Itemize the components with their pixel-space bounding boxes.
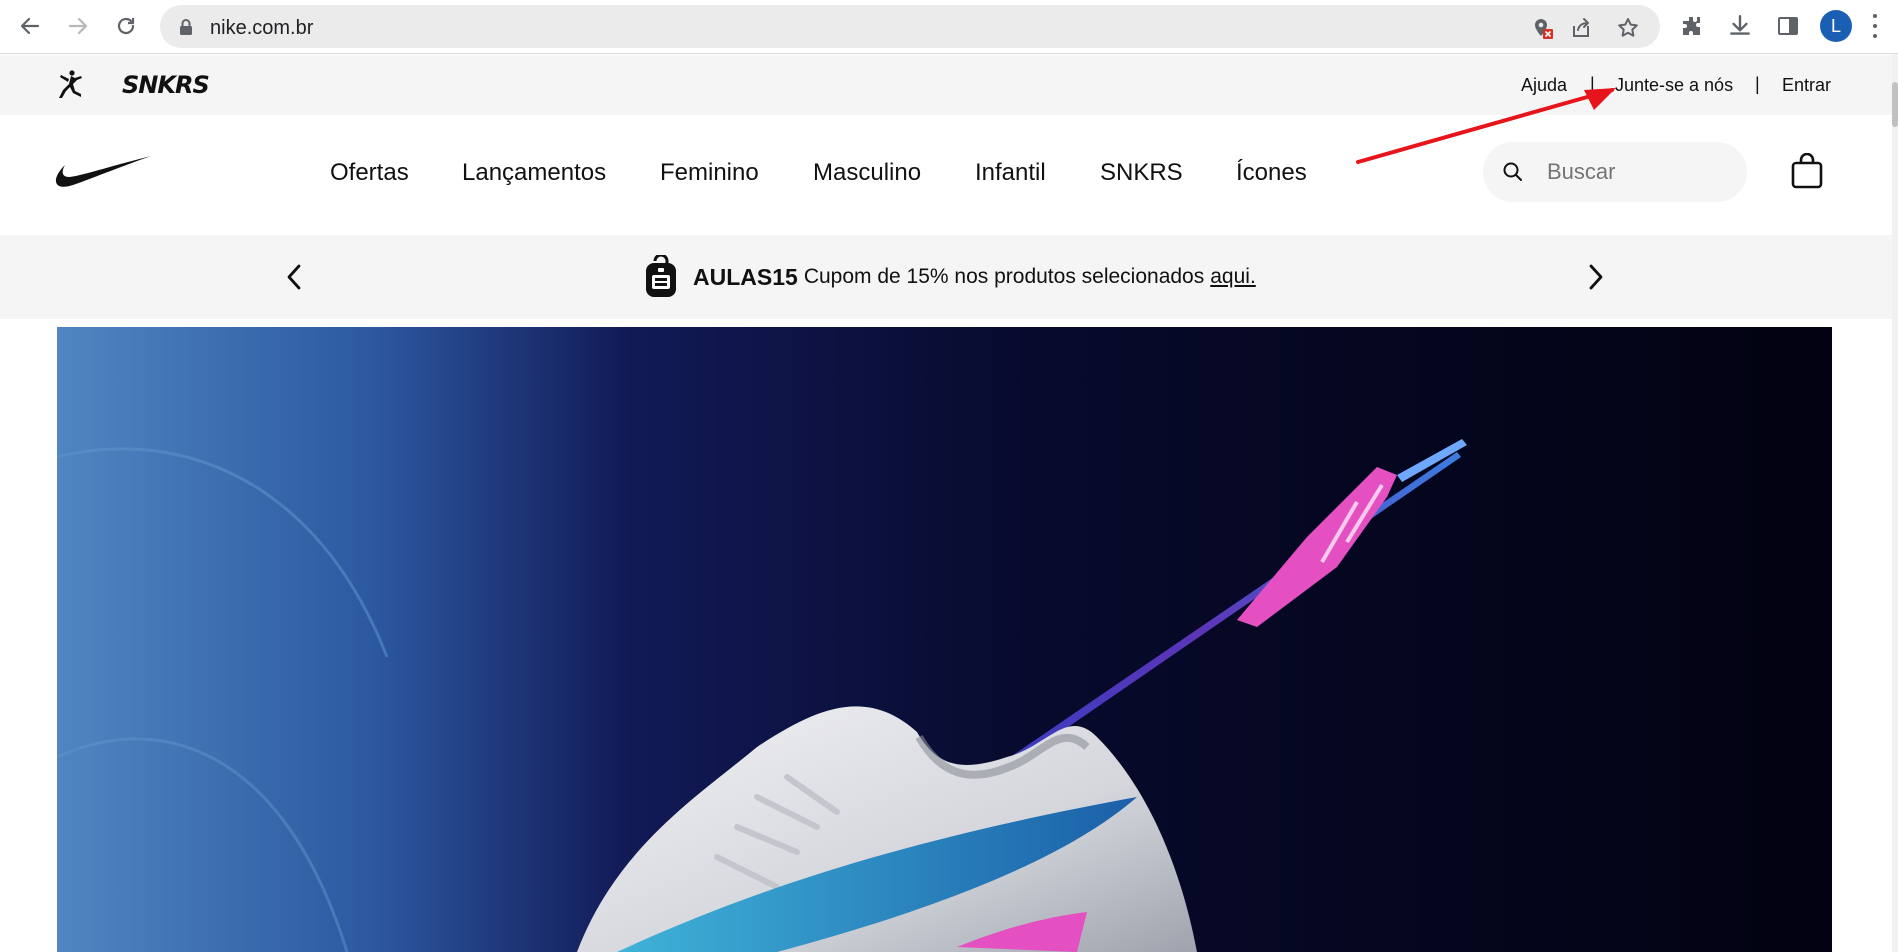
shopping-bag-icon[interactable] bbox=[1790, 152, 1824, 194]
jordan-jumpman-logo[interactable] bbox=[55, 70, 85, 105]
address-bar[interactable]: nike.com.br bbox=[160, 5, 1660, 48]
profile-avatar[interactable]: L bbox=[1820, 10, 1852, 42]
page-scrollbar[interactable] bbox=[1892, 54, 1898, 952]
promo-link[interactable]: aqui. bbox=[1210, 265, 1256, 289]
bookmark-star-icon[interactable] bbox=[1615, 15, 1641, 41]
promo-code: AULAS15 bbox=[693, 263, 798, 290]
sign-in-link[interactable]: Entrar bbox=[1782, 75, 1831, 96]
forward-icon[interactable] bbox=[60, 8, 96, 44]
hero-banner[interactable] bbox=[57, 327, 1832, 952]
chevron-right-icon[interactable] bbox=[1578, 259, 1614, 295]
nav-item-feminino[interactable]: Feminino bbox=[660, 159, 759, 187]
blocked-content-icon[interactable] bbox=[1528, 15, 1554, 41]
join-us-link[interactable]: Junte-se a nós bbox=[1615, 75, 1733, 96]
share-icon[interactable] bbox=[1568, 15, 1594, 41]
nav-item-snkrs[interactable]: SNKRS bbox=[1100, 159, 1183, 187]
annotation-arrow bbox=[1356, 88, 1616, 164]
promo-content: AULAS15 Cupom de 15% nos produtos seleci… bbox=[641, 255, 1256, 299]
nav-item-infantil[interactable]: Infantil bbox=[975, 159, 1046, 187]
chevron-left-icon[interactable] bbox=[276, 259, 312, 295]
browser-toolbar: nike.com.br L bbox=[0, 0, 1898, 54]
download-icon[interactable] bbox=[1726, 12, 1754, 40]
lock-icon bbox=[178, 18, 194, 41]
nav-item-lancamentos[interactable]: Lançamentos bbox=[462, 159, 606, 187]
back-icon[interactable] bbox=[12, 8, 48, 44]
backpack-icon bbox=[646, 255, 676, 297]
extensions-icon[interactable] bbox=[1678, 12, 1706, 40]
nav-item-ofertas[interactable]: Ofertas bbox=[330, 159, 409, 187]
promo-banner: AULAS15 Cupom de 15% nos produtos seleci… bbox=[0, 235, 1892, 319]
side-panel-icon[interactable] bbox=[1774, 12, 1802, 40]
soccer-cleat-with-arrow-image bbox=[57, 327, 1832, 952]
nike-swoosh-logo[interactable] bbox=[55, 155, 152, 196]
reload-icon[interactable] bbox=[108, 8, 144, 44]
snkrs-logo[interactable]: SNKRS bbox=[122, 71, 210, 99]
scrollbar-thumb[interactable] bbox=[1892, 82, 1898, 127]
promo-message: Cupom de 15% nos produtos selecionados bbox=[803, 265, 1205, 288]
separator: | bbox=[1755, 74, 1760, 94]
menu-icon[interactable] bbox=[1872, 14, 1878, 38]
url-text: nike.com.br bbox=[210, 17, 314, 39]
nav-item-masculino[interactable]: Masculino bbox=[813, 159, 921, 187]
nav-item-icones[interactable]: Ícones bbox=[1236, 159, 1307, 187]
